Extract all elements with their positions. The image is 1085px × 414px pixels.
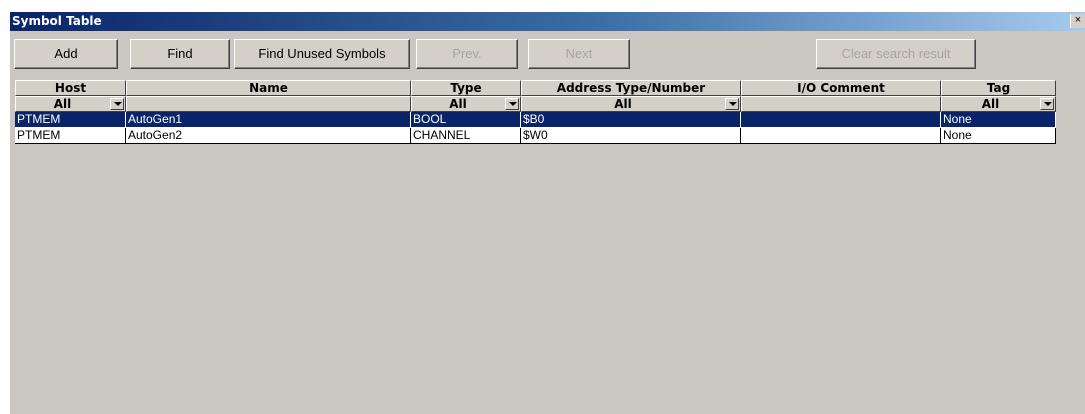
io-comment-cell[interactable] xyxy=(741,112,941,128)
type-cell[interactable]: CHANNEL xyxy=(411,128,521,144)
tag-filter-value: All xyxy=(981,97,1000,111)
next-button[interactable]: Next xyxy=(528,39,630,69)
chevron-down-icon[interactable] xyxy=(505,98,519,110)
find-button[interactable]: Find xyxy=(130,39,230,69)
next-button-label: Next xyxy=(565,46,593,61)
column-header-name[interactable]: Name xyxy=(126,80,411,96)
tag-filter[interactable]: All xyxy=(941,96,1056,112)
window-title: Symbol Table xyxy=(12,14,102,28)
type-cell[interactable]: BOOL xyxy=(411,112,521,128)
close-icon[interactable]: × xyxy=(1070,14,1085,28)
tag-cell[interactable]: None xyxy=(941,112,1056,128)
type-filter[interactable]: All xyxy=(411,96,521,112)
column-header-tag[interactable]: Tag xyxy=(941,80,1056,96)
name-cell[interactable]: AutoGen2 xyxy=(126,128,411,144)
host-filter-value: All xyxy=(53,97,72,111)
chevron-down-icon[interactable] xyxy=(110,98,124,110)
host-cell[interactable]: PTMEM xyxy=(15,112,126,128)
address-filter-value: All xyxy=(614,97,632,111)
clear-button-label: Clear search result xyxy=(841,46,951,61)
chevron-down-icon[interactable] xyxy=(725,98,739,110)
type-filter-value: All xyxy=(449,97,467,111)
address-cell[interactable]: $B0 xyxy=(521,112,741,128)
column-header-host[interactable]: Host xyxy=(15,80,126,96)
address-cell[interactable]: $W0 xyxy=(521,128,741,144)
name-cell[interactable]: AutoGen1 xyxy=(126,112,411,128)
io-comment-filter[interactable] xyxy=(741,96,941,112)
address-filter[interactable]: All xyxy=(521,96,741,112)
find-unused-symbols-button[interactable]: Find Unused Symbols xyxy=(234,39,410,69)
clear-search-result-button[interactable]: Clear search result xyxy=(816,39,976,69)
chevron-down-icon[interactable] xyxy=(1040,98,1054,110)
name-filter[interactable] xyxy=(126,96,411,112)
column-header-address[interactable]: Address Type/Number xyxy=(521,80,741,96)
prev-button[interactable]: Prev. xyxy=(416,39,518,69)
host-cell[interactable]: PTMEM xyxy=(15,128,126,144)
host-filter[interactable]: All xyxy=(15,96,126,112)
add-button[interactable]: Add xyxy=(14,39,118,69)
column-header-io-comment[interactable]: I/O Comment xyxy=(741,80,941,96)
title-bar[interactable]: Symbol Table × xyxy=(10,12,1085,31)
prev-button-label: Prev. xyxy=(452,46,482,61)
tag-cell[interactable]: None xyxy=(941,128,1056,144)
column-header-type[interactable]: Type xyxy=(411,80,521,96)
symbol-table-window: Symbol Table × Add Find Find Unused Symb… xyxy=(10,12,1085,414)
io-comment-cell[interactable] xyxy=(741,128,941,144)
